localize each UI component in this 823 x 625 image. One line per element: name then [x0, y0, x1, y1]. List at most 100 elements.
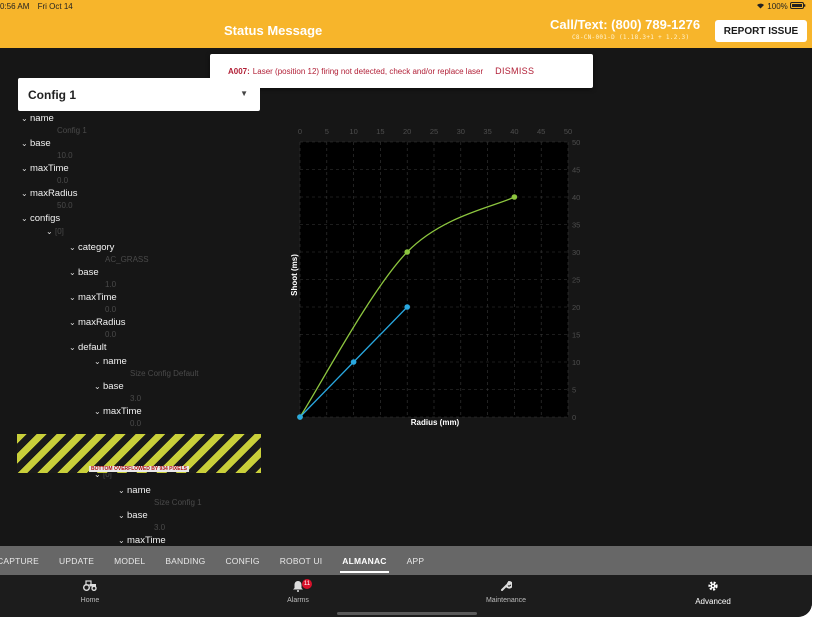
shoot-radius-chart: 0 5 10 15 20 25 30 35 40 45 50 0 5 10 15 20 25 30 35 40 45 5…: [290, 127, 580, 427]
tree-node[interactable]: ⌄ configs: [21, 213, 60, 224]
tree-node[interactable]: ⌄ maxTime: [94, 406, 142, 417]
chevron-down-icon: ⌄: [94, 407, 101, 416]
chevron-down-icon: ⌄: [21, 164, 28, 173]
tree-node[interactable]: ⌄ maxTime: [21, 163, 69, 174]
tree-value: 1.0: [105, 280, 117, 289]
battery-percent: 100%: [767, 1, 788, 11]
x-tick-label: 45: [537, 127, 545, 136]
chevron-down-icon: ⌄: [69, 343, 76, 352]
y-tick-label: 50: [572, 138, 580, 147]
tree-value: Size Config 1: [154, 498, 202, 507]
wifi-icon: [756, 2, 767, 11]
config-tree: ⌄ name Config 1 ⌄ base 10.0 ⌄ maxTime 0.0 ⌄…: [0, 111, 262, 546]
dropdown-caret-icon: ▼: [240, 89, 248, 98]
x-tick-label: 0: [298, 127, 302, 136]
tab-model[interactable]: MODEL: [114, 546, 145, 575]
support-phone: Call/Text: (800) 789-1276: [550, 17, 700, 32]
tree-node[interactable]: ⌄ maxTime: [69, 292, 117, 303]
alarm-banner: A007: Laser (position 12) firing not det…: [210, 54, 593, 88]
tree-node[interactable]: ⌄ name: [21, 113, 54, 124]
data-point: [404, 249, 410, 255]
x-tick-label: 35: [483, 127, 491, 136]
y-tick-label: 30: [572, 248, 580, 257]
tree-node[interactable]: ⌄ category: [69, 242, 114, 253]
tab-app[interactable]: APP: [407, 546, 425, 575]
chevron-down-icon: ⌄: [69, 318, 76, 327]
x-tick-label: 5: [325, 127, 329, 136]
tab-update[interactable]: UPDATE: [59, 546, 94, 575]
tree-value: 50.0: [57, 201, 73, 210]
chevron-down-icon: ⌄: [21, 189, 28, 198]
dismiss-button[interactable]: DISMISS: [495, 66, 534, 76]
chevron-down-icon: ⌄: [94, 382, 101, 391]
report-issue-button[interactable]: REPORT ISSUE: [715, 20, 807, 42]
tree-node[interactable]: ⌄ name: [118, 485, 151, 496]
alarm-message: Laser (position 12) firing not detected,…: [252, 66, 484, 76]
tree-value: 3.0: [154, 523, 166, 532]
config-select-value: Config 1: [28, 87, 76, 102]
y-tick-label: 5: [572, 386, 576, 395]
tree-node[interactable]: ⌄ [0]: [46, 227, 64, 236]
x-tick-label: 25: [430, 127, 438, 136]
x-axis-label: Radius (mm): [411, 418, 460, 427]
tree-value: 10.0: [57, 151, 73, 160]
tree-node[interactable]: ⌄ default: [69, 342, 107, 353]
home-indicator: [337, 612, 477, 615]
nav-label: Home: [80, 597, 100, 604]
chevron-down-icon: ⌄: [69, 268, 76, 277]
data-point: [350, 359, 357, 365]
tab-banding[interactable]: BANDING: [165, 546, 205, 575]
nav-advanced[interactable]: Advanced: [673, 580, 753, 606]
status-bar: 0:56 AM Fri Oct 14 100%: [0, 0, 812, 12]
nav-home[interactable]: Home: [50, 580, 130, 604]
tree-node[interactable]: ⌄ maxTime: [118, 535, 166, 546]
tab-config[interactable]: CONFIG: [225, 546, 259, 575]
phone-prefix: Call/Text:: [550, 17, 612, 32]
tree-value: Size Config Default: [130, 369, 199, 378]
tree-value: AC_GRASS: [105, 255, 149, 264]
y-tick-label: 45: [572, 166, 580, 175]
y-tick-label: 20: [572, 303, 580, 312]
build-info: C8-CN-001-D (1.18.3+1 + 1.2.3): [572, 34, 690, 41]
tab-almanac[interactable]: ALMANAC: [340, 546, 390, 575]
app-header: Status Message Call/Text: (800) 789-1276…: [0, 12, 812, 48]
tab-capture[interactable]: CAPTURE: [0, 546, 39, 575]
chevron-down-icon: ⌄: [69, 293, 76, 302]
chevron-down-icon: ⌄: [21, 139, 28, 148]
tree-node[interactable]: ⌄ base: [94, 381, 124, 392]
data-point: [511, 194, 518, 200]
chevron-down-icon: ⌄: [46, 227, 53, 236]
tree-node[interactable]: ⌄ maxRadius: [69, 317, 126, 328]
data-point: [297, 414, 303, 420]
config-select[interactable]: Config 1 ▼: [18, 78, 260, 111]
gear-icon: [673, 580, 753, 595]
data-point: [404, 304, 410, 310]
tree-node[interactable]: ⌄ maxRadius: [21, 188, 78, 199]
y-tick-label: 25: [572, 276, 580, 285]
bottom-nav: Home 11 Alarms Maintenance Advanced: [0, 575, 812, 617]
tree-node[interactable]: ⌄ base: [69, 267, 99, 278]
tree-node[interactable]: ⌄ base: [118, 510, 148, 521]
alarm-bell-icon: [258, 580, 338, 595]
clock: 0:56 AM: [0, 1, 30, 11]
tree-node[interactable]: ⌄ base: [21, 138, 51, 149]
chevron-down-icon: ⌄: [118, 536, 125, 545]
tree-value: 0.0: [57, 176, 69, 185]
app-screen: 0:56 AM Fri Oct 14 100% Status Message C…: [0, 0, 812, 617]
chevron-down-icon: ⌄: [118, 511, 125, 520]
nav-maintenance[interactable]: Maintenance: [466, 580, 546, 604]
battery-icon: [790, 1, 806, 11]
tree-node[interactable]: ⌄ name: [94, 356, 127, 367]
tab-robot-ui[interactable]: ROBOT UI: [280, 546, 323, 575]
chevron-down-icon: ⌄: [69, 243, 76, 252]
x-tick-label: 10: [349, 127, 357, 136]
overflow-warning-stripe: BOTTOM OVERFLOWED BY 934 PIXELS: [17, 434, 261, 473]
tree-value: 0.0: [130, 419, 142, 428]
x-tick-label: 40: [510, 127, 518, 136]
chevron-down-icon: ⌄: [118, 486, 125, 495]
nav-alarms[interactable]: 11 Alarms: [258, 579, 338, 604]
alarm-count-badge: 11: [302, 579, 312, 589]
nav-label: Advanced: [695, 597, 731, 606]
tab-bar: CAPTURE UPDATE MODEL BANDING CONFIG ROBOT UI A…: [0, 546, 812, 575]
tree-value: Config 1: [57, 126, 87, 135]
